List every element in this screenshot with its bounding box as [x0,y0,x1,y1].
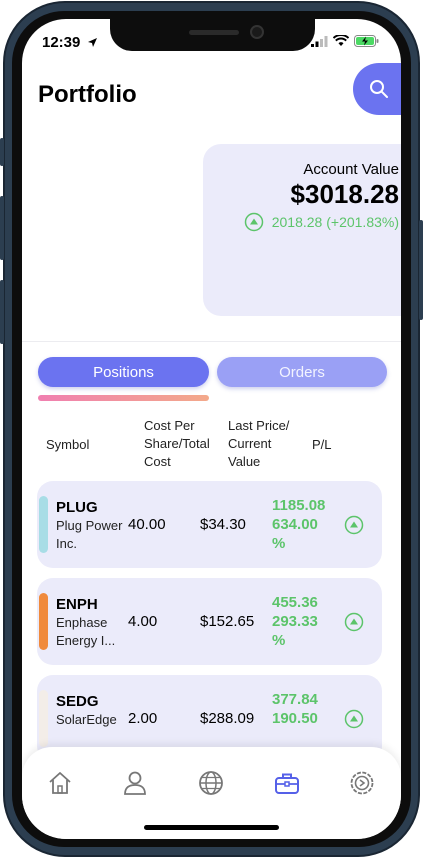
front-camera [250,25,264,39]
position-symbol: PLUG [56,499,98,516]
briefcase-icon [275,773,299,794]
up-arrow-circle-icon [344,709,364,729]
nav-markets[interactable] [197,769,225,797]
location-arrow-icon [87,38,97,47]
position-price: $34.30 [200,516,246,533]
wifi-icon [333,35,349,46]
page-title: Portfolio [38,81,137,108]
status-time: 12:39 [42,34,98,51]
user-icon [124,771,146,795]
up-arrow-circle-icon [344,515,364,535]
up-arrow-circle-icon [244,212,263,232]
divider [22,341,401,342]
active-tab-indicator [38,395,209,401]
status-icons [311,35,379,47]
position-pl: 455.36 293.33 % [272,594,318,649]
position-color-bar [39,496,48,553]
position-name: SolarEdge [56,712,117,727]
position-price: $152.65 [200,613,255,630]
globe-icon [199,771,223,795]
position-color-bar [39,593,48,650]
account-change: 2018.28 (+201.83%) [244,212,399,232]
home-indicator[interactable] [144,825,279,830]
nav-portfolio[interactable] [273,769,301,797]
position-cost: 4.00 [128,613,158,630]
nav-settings[interactable] [348,769,376,797]
position-price: $288.09 [200,710,255,727]
account-value-amount: $3018.28 [290,179,399,209]
position-name: Enphase Energy I... [56,615,116,648]
tab-orders[interactable]: Orders [217,357,387,387]
mute-switch [0,138,4,166]
column-header-pl: P/L [312,437,332,452]
position-cost: 2.00 [128,710,158,727]
position-pl: 1185.08 634.00 % [272,497,326,552]
column-header-symbol: Symbol [46,437,90,452]
position-color-bar [39,690,48,747]
search-icon [370,80,388,98]
position-card-enph[interactable]: ENPH Enphase Energy I... 4.00 $152.65 45… [37,578,382,665]
notch [110,19,315,51]
volume-down-button [0,280,4,344]
power-button [419,220,423,320]
volume-up-button [0,196,4,260]
column-header-cost: Cost Per Share/Total Cost [144,418,210,469]
speaker [189,30,239,35]
column-header-price: Last Price/ Current Value [228,418,290,469]
account-value-card: Account Value $3018.28 2018.28 (+201.83%… [203,144,401,316]
home-icon [49,772,71,794]
settings-icon [350,771,374,795]
position-card-plug[interactable]: PLUG Plug Power Inc. 40.00 $34.30 1185.0… [37,481,382,568]
screen: 12:39 Portfolio Account Value $3018.28 2… [22,19,401,839]
position-pl: 377.84 190.50 [272,691,318,727]
position-name: Plug Power Inc. [56,518,123,551]
account-change-text: 2018.28 (+201.83%) [271,214,399,230]
position-cost: 40.00 [128,516,166,533]
position-symbol: ENPH [56,596,98,613]
nav-profile[interactable] [121,769,149,797]
search-button[interactable] [353,63,401,115]
up-arrow-circle-icon [344,612,364,632]
account-value-label: Account Value [303,161,399,178]
cellular-signal-icon [311,35,328,47]
nav-home[interactable] [46,769,74,797]
position-symbol: SEDG [56,693,99,710]
tab-positions[interactable]: Positions [38,357,209,387]
battery-charging-icon [354,35,379,47]
status-time-text: 12:39 [42,34,81,51]
